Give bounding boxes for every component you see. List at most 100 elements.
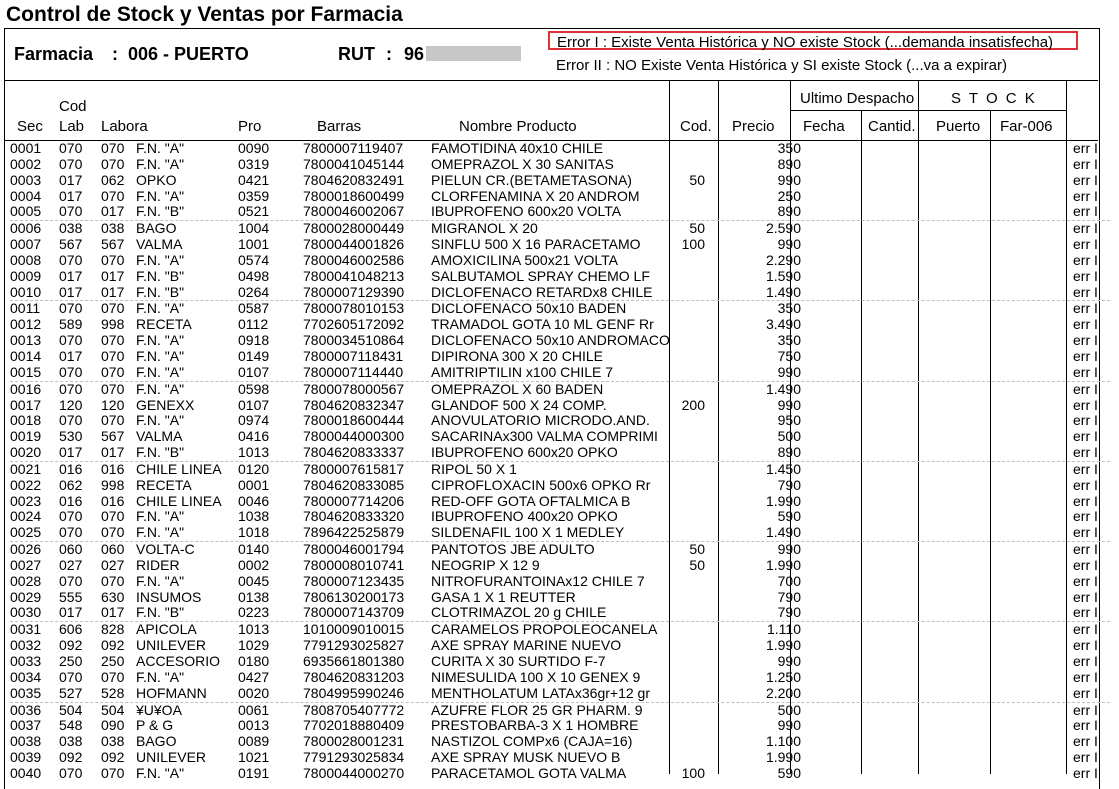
cell-nombre: GLANDOF 500 X 24 COMP. xyxy=(431,396,607,413)
cell-labora: APICOLA xyxy=(136,621,197,638)
cell-cod-labora: 062 xyxy=(101,171,125,188)
cell-cod: 50 xyxy=(689,541,705,558)
table-row: 0014 017 070 F.N. "A" 0149 7800007118431 DIPIR… xyxy=(10,347,1110,365)
cell-cod-lab: 017 xyxy=(59,187,83,204)
cell-cod-lab: 070 xyxy=(59,508,83,525)
farmacia-value: 006 - PUERTO xyxy=(128,44,249,64)
cell-barras: 7804620833320 xyxy=(303,508,405,525)
cell-cod-lab: 038 xyxy=(59,220,83,237)
cell-err: err I xyxy=(1073,588,1098,605)
cell-err: err I xyxy=(1073,460,1098,477)
cell-cod-labora: 120 xyxy=(101,396,125,413)
cell-nombre: ANOVULATORIO MICRODO.AND. xyxy=(431,412,650,429)
cell-cod-lab: 504 xyxy=(59,701,83,718)
cell-nombre: FAMOTIDINA 40x10 CHILE xyxy=(431,140,603,156)
col-header-fecha: Fecha xyxy=(803,118,845,135)
cell-precio: 990 xyxy=(777,717,801,734)
cell-sec: 0010 xyxy=(10,283,42,300)
cell-err: err I xyxy=(1073,653,1098,669)
cell-cod-labora: 070 xyxy=(101,524,125,541)
cell-sec: 0028 xyxy=(10,572,42,589)
cell-err: err I xyxy=(1073,171,1098,188)
cell-precio: 890 xyxy=(777,444,801,461)
cell-barras: 7800044001826 xyxy=(303,236,405,253)
cell-sec: 0022 xyxy=(10,476,42,493)
cell-sec: 0021 xyxy=(10,460,42,477)
cell-sec: 0029 xyxy=(10,588,42,605)
cell-err: err I xyxy=(1073,300,1098,317)
cell-err: err I xyxy=(1073,492,1098,509)
cell-pro: 0574 xyxy=(238,251,270,268)
cell-pro: 1029 xyxy=(238,637,270,654)
cell-pro: 0020 xyxy=(238,684,270,701)
cell-cod-labora: 070 xyxy=(101,155,125,172)
cell-nombre: TRAMADOL GOTA 10 ML GENF Rr xyxy=(431,316,654,333)
cell-sec: 0024 xyxy=(10,508,42,525)
cell-labora: F.N. "A" xyxy=(136,251,185,268)
cell-cod-labora: 070 xyxy=(101,347,125,364)
cell-pro: 1004 xyxy=(238,220,270,237)
cell-sec: 0005 xyxy=(10,203,42,220)
cell-labora: OPKO xyxy=(136,171,177,188)
cell-nombre: MIGRANOL X 20 xyxy=(431,220,538,237)
cell-nombre: IBUPROFENO 400x20 OPKO xyxy=(431,508,618,525)
cell-cod-lab: 070 xyxy=(59,332,83,349)
table-row: 0038 038 038 BAGO 0089 7800028001231 NASTIZOL … xyxy=(10,733,1110,750)
cell-cod-lab: 017 xyxy=(59,171,83,188)
rut-label: RUT xyxy=(338,44,375,64)
rut-value: 96 xyxy=(404,44,425,64)
cell-barras: 7800007615817 xyxy=(303,460,405,477)
cell-cod-lab: 567 xyxy=(59,236,83,253)
cell-cod-lab: 027 xyxy=(59,556,83,573)
cell-cod-lab: 017 xyxy=(59,444,83,461)
cell-sec: 0025 xyxy=(10,524,42,541)
cell-labora: ¥U¥OA xyxy=(136,701,182,718)
cell-precio: 1.100 xyxy=(765,733,801,750)
cell-precio: 890 xyxy=(777,155,801,172)
table-row: 0032 092 092 UNILEVER 1029 7791293025827 AXE S… xyxy=(10,637,1110,654)
cell-barras: 7800008010741 xyxy=(303,556,405,573)
cell-labora: P & G xyxy=(136,717,174,734)
cell-nombre: DICLOFENACO 50x10 BADEN xyxy=(431,300,627,317)
cell-barras: 6935661801380 xyxy=(303,653,405,669)
col-header-cantid: Cantid. xyxy=(868,118,916,135)
header-middle-rule xyxy=(790,110,1066,111)
cell-labora: INSUMOS xyxy=(136,588,202,605)
cell-cod-labora: 092 xyxy=(101,749,125,766)
cell-cod-labora: 250 xyxy=(101,653,125,669)
cell-cod-labora: 070 xyxy=(101,332,125,349)
cell-cod-labora: 060 xyxy=(101,541,125,558)
cell-cod-lab: 589 xyxy=(59,316,83,333)
cell-err: err I xyxy=(1073,267,1098,284)
cell-labora: F.N. "A" xyxy=(136,412,185,429)
cell-nombre: SACARINAx300 VALMA COMPRIMI xyxy=(431,428,658,445)
cell-precio: 990 xyxy=(777,541,801,558)
cell-sec: 0017 xyxy=(10,396,42,413)
cell-err: err I xyxy=(1073,733,1098,750)
cell-barras: 7896422525879 xyxy=(303,524,405,541)
cell-err: err I xyxy=(1073,332,1098,349)
cell-err: err I xyxy=(1073,668,1098,685)
error-i-legend: Error I : Existe Venta Histórica y NO ex… xyxy=(548,31,1078,51)
cell-cod-labora: 070 xyxy=(101,572,125,589)
cell-labora: GENEXX xyxy=(136,396,195,413)
cell-labora: VOLTA-C xyxy=(136,541,195,558)
table-row: 0030 017 017 F.N. "B" 0223 7800007143709 CLOTR… xyxy=(10,605,1110,621)
cell-cod-labora: 070 xyxy=(101,187,125,204)
cell-cod: 50 xyxy=(689,171,705,188)
cell-cod-lab: 530 xyxy=(59,428,83,445)
cell-barras: 7791293025827 xyxy=(303,637,405,654)
cell-cod-lab: 016 xyxy=(59,460,83,477)
cell-cod-lab: 070 xyxy=(59,668,83,685)
cell-barras: 7800034510864 xyxy=(303,332,405,349)
cell-pro: 1038 xyxy=(238,508,270,525)
col-header-sec: Sec xyxy=(17,118,43,135)
cell-labora: F.N. "A" xyxy=(136,363,185,380)
cell-barras: 7806130200173 xyxy=(303,588,405,605)
cell-err: err I xyxy=(1073,316,1098,333)
table-row: 0031 606 828 APICOLA 1013 1010009010015 CARAME… xyxy=(10,621,1110,638)
cell-cod-labora: 038 xyxy=(101,220,125,237)
cell-err: err I xyxy=(1073,476,1098,493)
cell-cod-lab: 120 xyxy=(59,396,83,413)
cell-cod-labora: 017 xyxy=(101,444,125,461)
